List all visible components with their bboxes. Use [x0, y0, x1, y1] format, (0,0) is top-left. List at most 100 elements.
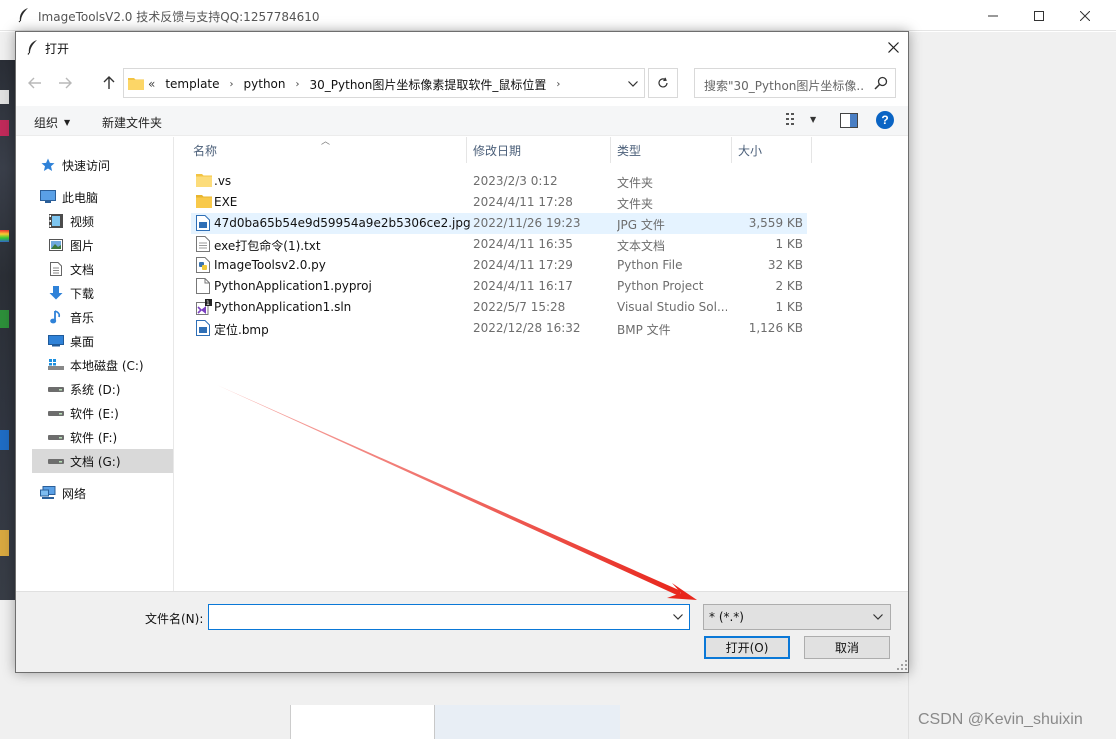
breadcrumb-separator[interactable]: ›	[556, 79, 560, 90]
main-close-button[interactable]	[1062, 0, 1108, 31]
cancel-button[interactable]: 取消	[804, 636, 890, 659]
nav-item-network[interactable]: 网络	[40, 482, 86, 504]
maximize-icon	[1034, 10, 1044, 21]
nav-item-drive-g[interactable]: 文档 (G:)	[32, 449, 173, 473]
nav-item-downloads[interactable]: 下载	[48, 282, 94, 304]
address-bar[interactable]: « template › python › 30_Python图片坐标像素提取软…	[123, 68, 645, 98]
file-row[interactable]: EXE 2024/4/11 17:28 文件夹	[191, 192, 807, 213]
resize-grip-icon[interactable]	[897, 660, 907, 670]
column-header-date[interactable]: 修改日期	[467, 137, 611, 163]
maximize-button[interactable]	[1016, 0, 1062, 31]
arrow-left-icon	[28, 77, 41, 89]
dialog-close-button[interactable]	[878, 32, 908, 62]
search-placeholder: 搜索"30_Python图片坐标像...	[704, 79, 864, 93]
download-icon	[48, 285, 64, 301]
minimize-button[interactable]	[970, 0, 1016, 31]
nav-item-drive-c[interactable]: 本地磁盘 (C:)	[48, 354, 144, 376]
up-button[interactable]	[98, 72, 120, 94]
help-button[interactable]: ?	[876, 111, 894, 129]
column-header-name[interactable]: 名称	[175, 137, 467, 163]
file-type: Python File	[617, 258, 683, 272]
preview-pane-button[interactable]	[840, 113, 858, 129]
file-row[interactable]: .vs 2023/2/3 0:12 文件夹	[191, 171, 807, 192]
nav-item-videos[interactable]: 视频	[48, 210, 94, 232]
nav-item-drive-e[interactable]: 软件 (E:)	[48, 402, 119, 424]
column-header-size[interactable]: 大小	[732, 137, 812, 163]
nav-item-this-pc[interactable]: 此电脑	[40, 186, 98, 208]
open-button[interactable]: 打开(O)	[704, 636, 790, 659]
breadcrumb-separator[interactable]: ›	[230, 79, 234, 90]
new-folder-button[interactable]: 新建文件夹	[102, 114, 162, 131]
file-row[interactable]: 1 PythonApplication1.sln 2022/5/7 15:28 …	[191, 297, 807, 318]
file-row[interactable]: PythonApplication1.pyproj 2024/4/11 16:1…	[191, 276, 807, 297]
file-row[interactable]: exe打包命令(1).txt 2024/4/11 16:35 文本文档 1 KB	[191, 234, 807, 255]
nav-item-documents[interactable]: 文档	[48, 258, 94, 280]
breadcrumb-item[interactable]: 30_Python图片坐标像素提取软件_鼠标位置	[310, 76, 547, 93]
file-name: EXE	[214, 195, 238, 209]
forward-button[interactable]	[54, 72, 76, 94]
feather-icon	[16, 7, 32, 23]
file-date: 2024/4/11 17:29	[473, 258, 573, 272]
close-icon	[1080, 10, 1090, 21]
nav-item-desktop[interactable]: 桌面	[48, 330, 94, 352]
filename-combobox[interactable]	[208, 604, 690, 630]
file-date: 2023/2/3 0:12	[473, 174, 558, 188]
nav-label: 桌面	[70, 334, 95, 349]
filename-label: 文件名(N):	[145, 612, 204, 626]
nav-item-quick-access[interactable]: 快速访问	[40, 154, 110, 176]
arrow-up-icon	[103, 76, 115, 89]
back-button[interactable]	[24, 72, 46, 94]
nav-item-drive-d[interactable]: 系统 (D:)	[48, 378, 120, 400]
file-name: 47d0ba65b54e9d59954a9e2b5306ce2.jpg	[214, 216, 471, 230]
file-size: 1 KB	[775, 237, 803, 251]
nav-item-drive-f[interactable]: 软件 (F:)	[48, 426, 117, 448]
watermark: CSDN @Kevin_shuixin	[918, 711, 1083, 728]
file-name: ImageToolsv2.0.py	[214, 258, 326, 272]
drive-icon	[48, 381, 64, 397]
organize-menu-button[interactable]: 组织 ▼	[34, 114, 70, 131]
main-bottom-strip-inner	[434, 705, 620, 739]
column-header-type[interactable]: 类型	[611, 137, 732, 163]
file-name: 定位.bmp	[214, 323, 269, 337]
nav-item-music[interactable]: 音乐	[48, 306, 94, 328]
image-file-icon	[196, 320, 212, 336]
nav-label: 下载	[70, 286, 95, 301]
view-options-button[interactable]: ▼	[786, 113, 816, 125]
nav-item-pictures[interactable]: 图片	[48, 234, 94, 256]
file-row[interactable]: 定位.bmp 2022/12/28 16:32 BMP 文件 1,126 KB	[191, 318, 807, 339]
file-name: PythonApplication1.pyproj	[214, 279, 372, 293]
filename-input[interactable]	[213, 606, 668, 628]
desktop-icon	[48, 333, 64, 349]
search-input[interactable]: 搜索"30_Python图片坐标像...	[694, 68, 896, 98]
file-name: PythonApplication1.sln	[214, 300, 352, 314]
breadcrumb-separator[interactable]: ›	[296, 79, 300, 90]
dialog-title: 打开	[45, 42, 70, 56]
breadcrumb-item[interactable]: python	[244, 77, 286, 91]
address-history-dropdown[interactable]	[624, 75, 642, 93]
refresh-button[interactable]	[648, 68, 678, 98]
folder-icon	[196, 173, 212, 189]
filter-dropdown-button[interactable]	[870, 609, 886, 625]
file-row[interactable]: ImageToolsv2.0.py 2024/4/11 17:29 Python…	[191, 255, 807, 276]
star-icon	[40, 157, 56, 173]
picture-icon	[48, 237, 64, 253]
column-label: 修改日期	[473, 143, 522, 158]
file-name: .vs	[214, 174, 232, 188]
windows-drive-icon	[48, 357, 64, 373]
arrow-right-icon	[59, 77, 72, 89]
caret-down-icon: ▼	[64, 118, 71, 127]
folder-icon	[196, 194, 212, 210]
svg-text:1: 1	[206, 300, 210, 307]
file-type-filter-select[interactable]: * (*.*)	[703, 604, 891, 630]
folder-icon	[128, 76, 144, 90]
refresh-icon	[658, 77, 668, 88]
breadcrumb-item[interactable]: template	[165, 77, 219, 91]
file-row[interactable]: 47d0ba65b54e9d59954a9e2b5306ce2.jpg 2022…	[191, 213, 807, 234]
filename-dropdown-button[interactable]	[670, 609, 686, 625]
chevron-down-icon	[873, 614, 883, 620]
breadcrumb-overflow[interactable]: «	[148, 77, 155, 91]
filter-value: * (*.*)	[709, 610, 744, 624]
video-icon	[48, 213, 64, 229]
file-type: Visual Studio Sol...	[617, 300, 727, 314]
open-file-dialog: 打开 « template › python › 30_Python图片坐标像素…	[15, 31, 909, 673]
